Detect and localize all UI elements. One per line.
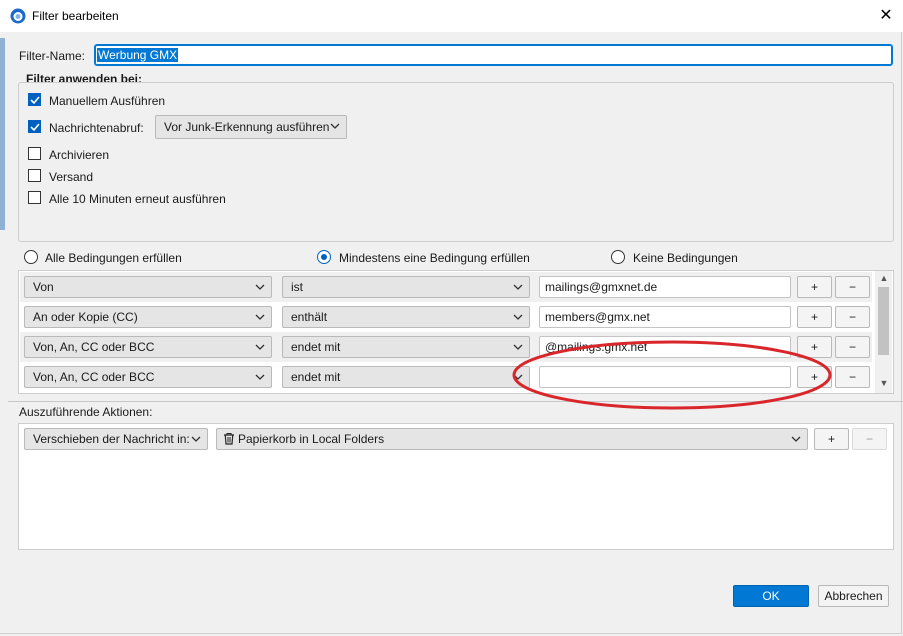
section-divider xyxy=(8,401,903,402)
action-type-value: Verschieben der Nachricht in: xyxy=(33,432,190,446)
condition-operator-select[interactable]: ist xyxy=(282,276,530,298)
scroll-thumb[interactable] xyxy=(878,287,889,355)
add-condition-button[interactable]: + xyxy=(797,276,832,298)
chevron-down-icon xyxy=(513,344,523,350)
filter-name-label: Filter-Name: xyxy=(19,49,86,63)
chevron-down-icon xyxy=(513,374,523,380)
filter-name-input[interactable]: Werbung GMX xyxy=(94,44,893,66)
match-any-label: Mindestens eine Bedingung erfüllen xyxy=(339,251,530,265)
window-title: Filter bearbeiten xyxy=(32,9,119,23)
condition-operator-select[interactable]: endet mit xyxy=(282,336,530,358)
remove-action-button[interactable]: − xyxy=(852,428,887,450)
periodic-checkbox[interactable] xyxy=(28,191,41,204)
chevron-down-icon xyxy=(513,314,523,320)
condition-operator-value: endet mit xyxy=(291,370,341,384)
chevron-down-icon xyxy=(191,436,201,442)
chevron-down-icon xyxy=(330,123,340,129)
condition-operator-value: enthält xyxy=(291,310,328,324)
add-action-button[interactable]: + xyxy=(814,428,849,450)
archive-checkbox[interactable] xyxy=(28,147,41,160)
chevron-down-icon xyxy=(255,374,265,380)
fetch-label: Nachrichtenabruf: xyxy=(49,121,144,135)
remove-condition-button[interactable]: − xyxy=(835,276,870,298)
chevron-down-icon xyxy=(513,284,523,290)
match-any-radio[interactable] xyxy=(317,250,331,264)
chevron-down-icon xyxy=(255,344,265,350)
condition-field-select[interactable]: Von, An, CC oder BCC xyxy=(24,366,272,388)
trash-icon xyxy=(224,432,234,445)
match-none-label: Keine Bedingungen xyxy=(633,251,738,265)
action-target-value: Papierkorb in Local Folders xyxy=(238,432,385,446)
condition-operator-select[interactable]: enthält xyxy=(282,306,530,328)
remove-condition-button[interactable]: − xyxy=(835,366,870,388)
condition-operator-value: ist xyxy=(291,280,303,294)
close-window-button[interactable]: ✕ xyxy=(870,4,902,28)
match-none-radio[interactable] xyxy=(611,250,625,264)
scroll-down-icon[interactable]: ▼ xyxy=(877,378,891,388)
condition-field-value: Von xyxy=(33,280,54,294)
thunderbird-icon xyxy=(10,8,26,24)
cancel-button[interactable]: Abbrechen xyxy=(818,585,889,607)
add-condition-button[interactable]: + xyxy=(797,336,832,358)
chevron-down-icon xyxy=(255,314,265,320)
fetch-timing-value: Vor Junk-Erkennung ausführen xyxy=(164,120,330,134)
match-all-label: Alle Bedingungen erfüllen xyxy=(45,251,182,265)
remove-condition-button[interactable]: − xyxy=(835,336,870,358)
window-edge-accent xyxy=(0,38,5,230)
send-checkbox[interactable] xyxy=(28,169,41,182)
scroll-up-icon[interactable]: ▲ xyxy=(877,273,891,283)
condition-value-input[interactable] xyxy=(539,366,791,388)
title-bar xyxy=(0,0,903,32)
condition-field-select[interactable]: Von, An, CC oder BCC xyxy=(24,336,272,358)
condition-field-value: An oder Kopie (CC) xyxy=(33,310,138,324)
periodic-label: Alle 10 Minuten erneut ausführen xyxy=(49,192,226,206)
manual-run-label: Manuellem Ausführen xyxy=(49,94,166,108)
manual-run-checkbox[interactable] xyxy=(28,93,41,106)
ok-button[interactable]: OK xyxy=(733,585,809,607)
archive-label: Archivieren xyxy=(49,148,110,162)
send-label: Versand xyxy=(49,170,94,184)
match-all-radio[interactable] xyxy=(24,250,38,264)
add-condition-button[interactable]: + xyxy=(797,306,832,328)
fetch-checkbox[interactable] xyxy=(28,120,41,133)
condition-field-select[interactable]: Von xyxy=(24,276,272,298)
chevron-down-icon xyxy=(791,436,801,442)
add-condition-button[interactable]: + xyxy=(797,366,832,388)
actions-legend: Auszuführende Aktionen: xyxy=(19,405,153,419)
condition-value-input[interactable]: mailings@gmxnet.de xyxy=(539,276,791,298)
fetch-timing-select[interactable]: Vor Junk-Erkennung ausführen xyxy=(155,115,347,139)
action-target-select[interactable]: Papierkorb in Local Folders xyxy=(216,428,808,450)
chevron-down-icon xyxy=(255,284,265,290)
condition-field-select[interactable]: An oder Kopie (CC) xyxy=(24,306,272,328)
action-type-select[interactable]: Verschieben der Nachricht in: xyxy=(24,428,208,450)
condition-field-value: Von, An, CC oder BCC xyxy=(33,370,155,384)
condition-operator-select[interactable]: endet mit xyxy=(282,366,530,388)
condition-operator-value: endet mit xyxy=(291,340,341,354)
condition-value-input[interactable]: members@gmx.net xyxy=(539,306,791,328)
condition-field-value: Von, An, CC oder BCC xyxy=(33,340,155,354)
condition-value-input[interactable]: @mailings.gmx.net xyxy=(539,336,791,358)
remove-condition-button[interactable]: − xyxy=(835,306,870,328)
